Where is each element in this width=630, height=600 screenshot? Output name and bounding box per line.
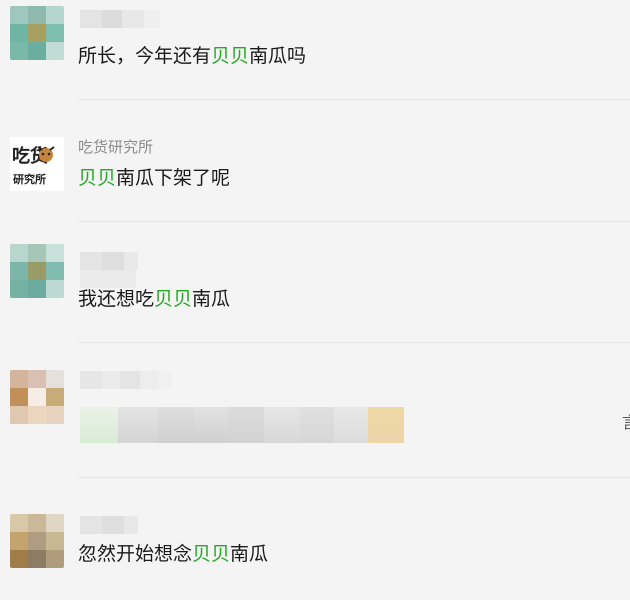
comment-item: 言 bbox=[0, 343, 630, 478]
nickname[interactable]: 吃货研究所 bbox=[78, 137, 153, 157]
blurred-nickname bbox=[80, 10, 160, 28]
highlight-keyword: 贝贝 bbox=[78, 167, 117, 189]
comment-text: 我还想吃贝贝南瓜 bbox=[78, 288, 231, 310]
comment-text: 贝贝南瓜下架了呢 bbox=[78, 167, 231, 189]
highlight-keyword: 贝贝 bbox=[192, 543, 231, 565]
avatar[interactable] bbox=[10, 370, 64, 424]
avatar[interactable] bbox=[10, 6, 64, 60]
comment-item: 忽然开始想念贝贝南瓜 bbox=[0, 478, 630, 600]
blurred-nickname bbox=[80, 516, 138, 534]
svg-text:研究所: 研究所 bbox=[13, 172, 46, 186]
avatar[interactable] bbox=[10, 514, 64, 568]
brand-logo-icon: 吃货 研究所 bbox=[10, 137, 64, 191]
blurred-nickname bbox=[80, 371, 172, 389]
blurred-nickname bbox=[80, 252, 138, 270]
truncated-text: 言 bbox=[622, 409, 630, 433]
comment-item: 吃货 研究所 吃货研究所 贝贝南瓜下架了呢 bbox=[0, 100, 630, 222]
comment-item: 所长，今年还有贝贝南瓜吗 bbox=[0, 0, 630, 100]
highlight-keyword: 贝贝 bbox=[211, 45, 250, 67]
avatar[interactable]: 吃货 研究所 bbox=[10, 137, 64, 191]
comment-text: 忽然开始想念贝贝南瓜 bbox=[78, 543, 269, 565]
highlight-keyword: 贝贝 bbox=[154, 288, 193, 310]
avatar[interactable] bbox=[10, 244, 64, 298]
comment-text: 所长，今年还有贝贝南瓜吗 bbox=[78, 45, 307, 67]
comment-item: 我还想吃贝贝南瓜 bbox=[0, 222, 630, 343]
blurred-comment-text bbox=[80, 407, 404, 443]
